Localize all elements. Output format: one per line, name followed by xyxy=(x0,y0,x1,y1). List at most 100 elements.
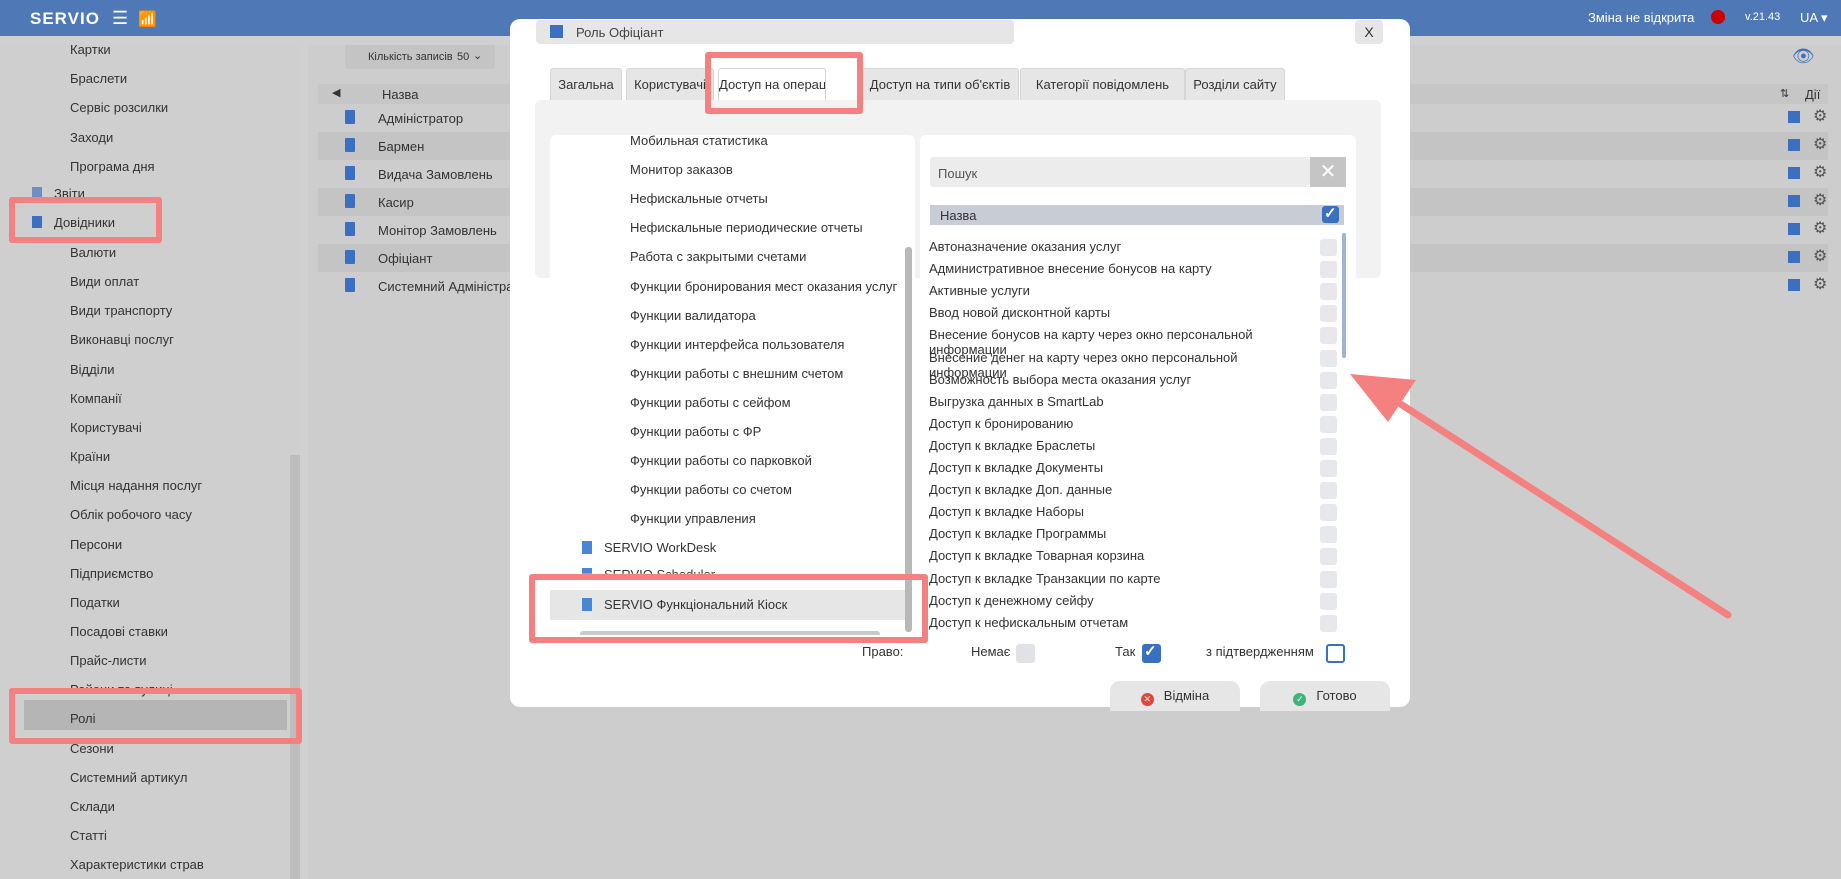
operation-row[interactable]: Доступ к бронированию xyxy=(920,414,1350,436)
tree-item[interactable]: Функции работы со счетом xyxy=(630,482,792,497)
rights-yes-checkbox[interactable] xyxy=(1142,642,1161,663)
operation-checkbox[interactable] xyxy=(1320,592,1337,610)
eye-icon[interactable]: 👁 xyxy=(1792,46,1815,67)
sidebar-item[interactable]: Користувачі xyxy=(70,420,142,435)
operation-row[interactable]: Доступ к вкладке Товарная корзина xyxy=(920,546,1350,568)
operation-checkbox[interactable] xyxy=(1320,393,1337,411)
operation-row[interactable]: Доступ к денежному сейфу xyxy=(920,591,1350,613)
operation-checkbox[interactable] xyxy=(1320,415,1337,433)
sidebar-item[interactable]: Картки xyxy=(70,42,111,57)
sidebar-item[interactable]: Заходи xyxy=(70,130,113,145)
operation-checkbox[interactable] xyxy=(1320,371,1337,389)
sidebar-item[interactable]: Виконавці послуг xyxy=(70,332,174,347)
operation-checkbox[interactable] xyxy=(1320,460,1337,477)
tree-item[interactable]: Работа с закрытыми счетами xyxy=(630,249,806,264)
sidebar-item[interactable]: Системний артикул xyxy=(70,770,187,785)
cancel-button[interactable]: ✕ Відміна xyxy=(1110,681,1240,711)
copy-icon[interactable] xyxy=(1788,139,1800,151)
menu-icon[interactable]: ☰ xyxy=(112,8,128,29)
tree-item[interactable]: Функции валидатора xyxy=(630,308,756,323)
sidebar-item[interactable]: Види транспорту xyxy=(70,303,172,318)
operation-row[interactable]: Доступ к вкладке Наборы xyxy=(920,502,1350,524)
tree-item[interactable]: Нефискальные отчеты xyxy=(630,191,768,206)
tree-item[interactable]: Функции работы с ФР xyxy=(630,424,761,439)
operation-row[interactable]: Возможность выбора места оказания услуг xyxy=(920,370,1350,392)
operation-checkbox[interactable] xyxy=(1320,614,1337,632)
copy-icon[interactable] xyxy=(1788,167,1800,179)
operation-row[interactable]: Внесение бонусов на карту через окно пер… xyxy=(920,325,1350,357)
operation-checkbox[interactable] xyxy=(1320,305,1337,323)
chart-icon[interactable]: 📶 xyxy=(138,10,157,28)
operation-row[interactable]: Доступ к вкладке Программы xyxy=(920,524,1350,546)
list-vertical-scrollbar[interactable] xyxy=(1342,233,1346,358)
tree-item[interactable]: Мобильная статистика xyxy=(630,135,768,148)
gear-icon[interactable]: ⚙ xyxy=(1813,274,1827,294)
sidebar-item[interactable]: Статті xyxy=(70,828,107,843)
operation-row[interactable]: Активные услуги xyxy=(920,281,1350,303)
operation-checkbox[interactable] xyxy=(1320,548,1337,566)
operation-checkbox[interactable] xyxy=(1320,482,1337,500)
tree-item[interactable]: Функции интерфейса пользователя xyxy=(630,337,844,352)
gear-icon[interactable]: ⚙ xyxy=(1813,218,1827,238)
tree-item[interactable]: Нефискальные периодические отчеты xyxy=(630,220,863,235)
tab-1[interactable]: Користувачі xyxy=(626,68,714,102)
sidebar-item[interactable]: Програма дня xyxy=(70,159,155,174)
sidebar-item[interactable]: Країни xyxy=(70,449,110,464)
sidebar-item[interactable]: Податки xyxy=(70,595,120,610)
operation-checkbox[interactable] xyxy=(1320,327,1337,345)
collapse-icon[interactable]: ◀ xyxy=(332,86,340,99)
sidebar-item[interactable]: Склади xyxy=(70,799,115,814)
sidebar-item[interactable]: Облік робочого часу xyxy=(70,507,192,522)
clear-search-button[interactable]: ✕ xyxy=(1310,157,1346,187)
operation-row[interactable]: Доступ к вкладке Транзакции по карте xyxy=(920,569,1350,591)
operation-row[interactable]: Ввод новой дисконтной карты xyxy=(920,303,1350,325)
tree-item[interactable]: Функции работы со парковкой xyxy=(630,453,812,468)
sidebar-item[interactable]: Види оплат xyxy=(70,274,139,289)
sidebar-item[interactable]: Місця надання послуг xyxy=(70,478,202,493)
operation-checkbox[interactable] xyxy=(1320,504,1337,522)
operation-row[interactable]: Внесение денег на карту через окно персо… xyxy=(920,348,1350,380)
operation-row[interactable]: Доступ к вкладке Документы xyxy=(920,458,1350,480)
gear-icon[interactable]: ⚙ xyxy=(1813,246,1827,266)
operation-checkbox[interactable] xyxy=(1320,437,1337,455)
operation-checkbox[interactable] xyxy=(1320,261,1337,279)
tree-item[interactable]: Функции управления xyxy=(630,511,756,526)
language-selector[interactable]: UA ▾ xyxy=(1800,10,1827,26)
copy-icon[interactable] xyxy=(1788,251,1800,263)
tree-item[interactable]: Функции работы с внешним счетом xyxy=(630,366,843,381)
tree-item[interactable]: Монитор заказов xyxy=(630,162,733,177)
operation-row[interactable]: Доступ к вкладке Браслеты xyxy=(920,436,1350,458)
sort-icon[interactable]: ⇅ xyxy=(1780,87,1789,100)
column-name-header[interactable]: Назва xyxy=(382,87,418,102)
operation-checkbox[interactable] xyxy=(1320,349,1337,367)
sidebar-item[interactable]: Сервіс розсилки xyxy=(70,100,168,115)
search-input[interactable]: Пошук xyxy=(930,157,1310,187)
gear-icon[interactable]: ⚙ xyxy=(1813,106,1827,126)
gear-icon[interactable]: ⚙ xyxy=(1813,190,1827,210)
tree-item[interactable]: Функции бронирования мест оказания услуг xyxy=(630,279,897,294)
tab-0[interactable]: Загальна xyxy=(550,68,622,102)
rights-confirm-checkbox[interactable] xyxy=(1326,644,1345,663)
copy-icon[interactable] xyxy=(1788,279,1800,291)
tab-3[interactable]: Доступ на типи об'єктів xyxy=(861,68,1019,102)
tree-root-node[interactable]: SERVIO WorkDesk xyxy=(582,540,716,555)
copy-icon[interactable] xyxy=(1788,111,1800,123)
sidebar-item[interactable]: Браслети xyxy=(70,71,127,86)
sidebar-item[interactable]: Підприємство xyxy=(70,566,153,581)
operation-checkbox[interactable] xyxy=(1320,526,1337,544)
sidebar-item[interactable]: Відділи xyxy=(70,362,114,377)
operation-row[interactable]: Доступ к вкладке Доп. данные xyxy=(920,480,1350,502)
sidebar-item[interactable]: Компанії xyxy=(70,391,122,406)
select-all-checkbox[interactable] xyxy=(1322,204,1339,223)
records-count-control[interactable]: Кількість записів 50 ⌄ xyxy=(345,45,495,69)
operation-checkbox[interactable] xyxy=(1320,570,1337,588)
tree-item[interactable]: Функции работы с сейфом xyxy=(630,395,791,410)
app-logo[interactable]: SERVIO xyxy=(30,9,100,29)
close-button[interactable]: X xyxy=(1355,20,1383,44)
operation-row[interactable]: Автоназначение оказания услуг xyxy=(920,237,1350,259)
operation-row[interactable]: Административное внесение бонусов на кар… xyxy=(920,259,1350,281)
sidebar-item[interactable]: Прайс-листи xyxy=(70,653,146,668)
gear-icon[interactable]: ⚙ xyxy=(1813,162,1827,182)
tab-5[interactable]: Розділи сайту xyxy=(1185,68,1285,102)
sidebar-item[interactable]: Характеристики страв xyxy=(70,857,204,872)
